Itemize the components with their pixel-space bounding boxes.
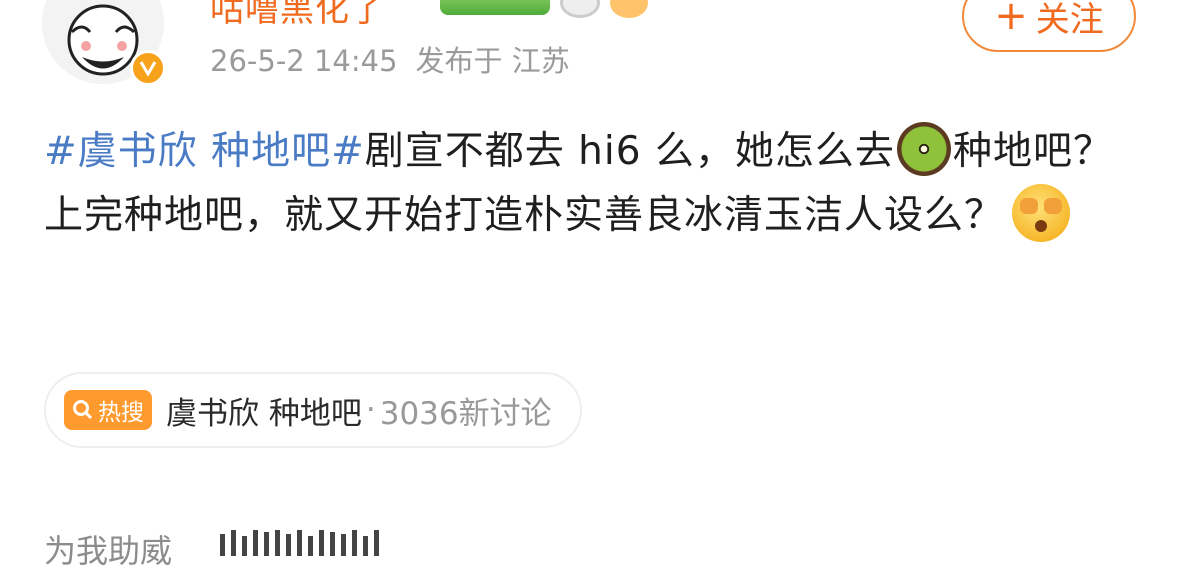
search-icon	[73, 400, 93, 420]
support-label: 为我助威	[44, 532, 173, 570]
follow-label: 关注	[1035, 0, 1104, 40]
post-meta: 26-5-2 14:45 发布于 江苏	[210, 38, 570, 80]
fox-badge-icon	[610, 0, 648, 18]
name-decorations	[440, 0, 648, 18]
post-timestamp: 26-5-2 14:45	[210, 44, 398, 78]
post-location: 发布于 江苏	[415, 44, 570, 78]
bamboo-badge-icon	[440, 0, 550, 15]
follow-button[interactable]: + 关注	[962, 0, 1136, 52]
separator-dot: ·	[365, 392, 376, 428]
cover-face-emoji-icon	[1012, 184, 1071, 242]
hot-search-badge-label: 热搜	[98, 400, 144, 426]
post-body: #虞书欣 种地吧#剧宣不都去 hi6 么，她怎么去 种地吧？上完种地吧，就又开始打…	[44, 120, 1134, 248]
hot-search-count: 3036新讨论	[379, 395, 552, 432]
username[interactable]: 咕噜黑化了	[210, 0, 385, 31]
hashtag-link[interactable]: #虞书欣 种地吧#	[44, 129, 365, 174]
support-bars	[220, 530, 379, 556]
hot-search-card[interactable]: 热搜 虞书欣 种地吧 · 3036新讨论	[44, 372, 582, 448]
hot-search-topic: 虞书欣 种地吧	[166, 395, 362, 432]
plus-icon: +	[994, 0, 1028, 39]
panda-badge-icon	[560, 0, 600, 18]
kiwi-emoji-icon	[896, 122, 951, 176]
hot-search-badge: 热搜	[64, 390, 152, 430]
verified-badge-icon	[130, 50, 166, 86]
post-text-part1: 剧宣不都去 hi6 么，她怎么去	[364, 129, 895, 174]
